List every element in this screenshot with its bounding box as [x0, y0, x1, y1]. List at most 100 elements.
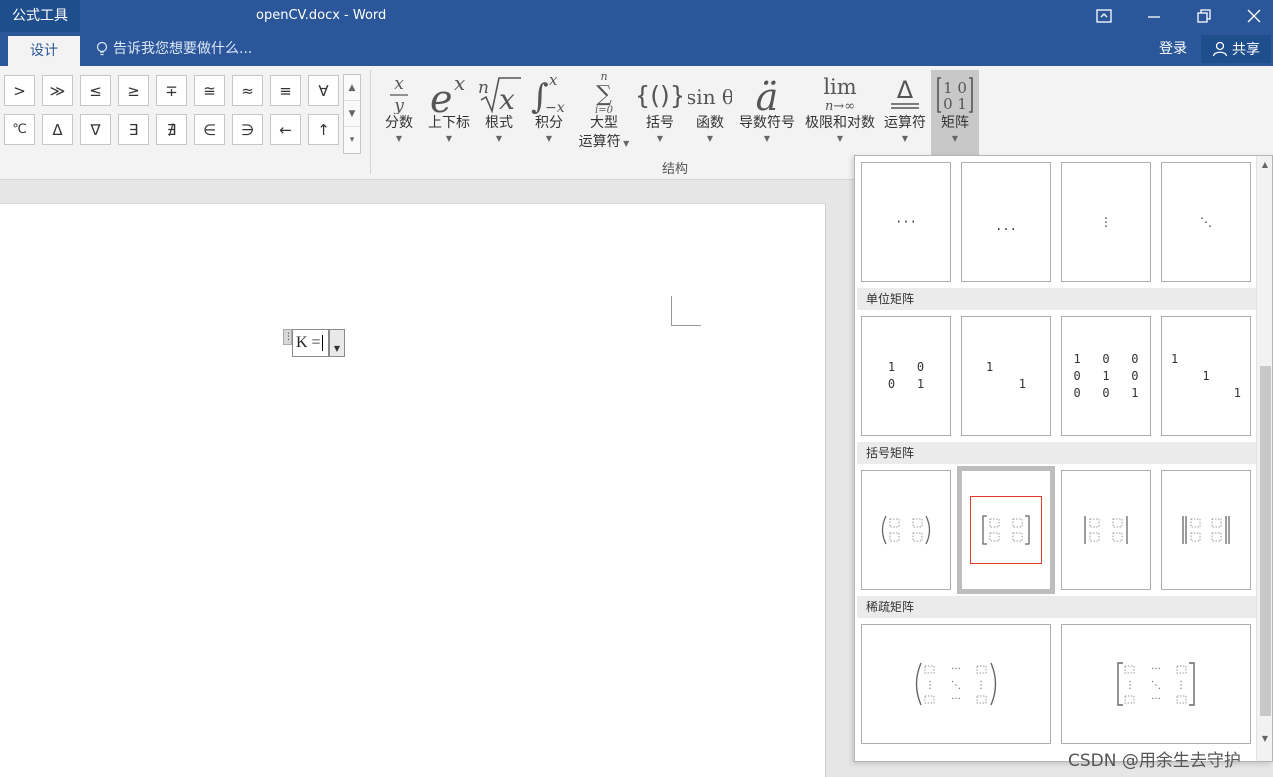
- identity-2x2-diagonal-tile[interactable]: 1 1: [961, 316, 1051, 436]
- restore-button[interactable]: [1179, 0, 1229, 32]
- radical-button[interactable]: nx 根式 ▼: [476, 70, 522, 154]
- symbol-button[interactable]: >: [4, 75, 35, 106]
- fraction-button[interactable]: xy 分数 ▼: [378, 70, 420, 154]
- symbol-button[interactable]: ∈: [194, 114, 225, 145]
- svg-text:∑: ∑: [596, 82, 612, 107]
- function-label: 函数: [696, 115, 724, 131]
- svg-text:−x: −x: [545, 100, 565, 114]
- minimize-button[interactable]: [1129, 0, 1179, 32]
- dots-vertical-tile[interactable]: ⋮: [1061, 162, 1151, 282]
- svg-text:x: x: [454, 72, 465, 95]
- panel-scrollbar[interactable]: ▲ ▼: [1256, 156, 1272, 761]
- limit-log-button[interactable]: lim n→∞ 极限和对数 ▼: [801, 70, 879, 154]
- svg-text:⋱: ⋱: [1151, 680, 1161, 691]
- symbol-button[interactable]: Δ: [42, 114, 73, 145]
- ribbon-display-options-button[interactable]: [1079, 0, 1129, 32]
- symbol-button[interactable]: ≥: [118, 75, 149, 106]
- integral-button[interactable]: ∫ x −x 积分 ▼: [526, 70, 572, 154]
- symbol-button[interactable]: ←: [270, 114, 301, 145]
- svg-text:x: x: [499, 83, 515, 114]
- symbol-button[interactable]: ↑: [308, 114, 339, 145]
- close-button[interactable]: [1229, 0, 1273, 32]
- scroll-down-icon[interactable]: ▼: [1259, 732, 1271, 746]
- chevron-down-icon: ▼: [763, 134, 771, 143]
- symbol-button[interactable]: ≅: [194, 75, 225, 106]
- lightbulb-icon: [96, 41, 108, 56]
- symbol-button[interactable]: ≤: [80, 75, 111, 106]
- script-button[interactable]: ex 上下标 ▼: [424, 70, 474, 154]
- svg-text:···: ···: [951, 664, 961, 675]
- equation-move-handle[interactable]: ⋮: [283, 329, 293, 345]
- scroll-thumb[interactable]: [1260, 366, 1271, 716]
- chevron-down-icon: ▼: [495, 134, 503, 143]
- large-operator-button[interactable]: n ∑ i=0 大型 运算符 ▼: [574, 70, 634, 154]
- scroll-up-icon[interactable]: ▲: [1259, 158, 1271, 172]
- bracket-matrix-paren-tile[interactable]: [861, 470, 951, 590]
- person-icon: [1212, 41, 1228, 57]
- sparse-matrix-paren-tile[interactable]: ··· ··· ⋮ ⋮ ⋱: [861, 624, 1051, 744]
- symbol-button[interactable]: ℃: [4, 114, 35, 145]
- equation-options-dropdown[interactable]: ▼: [329, 329, 345, 357]
- chevron-up-icon[interactable]: ▲: [344, 75, 360, 101]
- context-tab-equation-tools: 公式工具: [0, 0, 80, 32]
- svg-text:x: x: [549, 72, 558, 89]
- identity-3x3-diagonal-preview: 1 1 1: [1171, 351, 1241, 400]
- symbol-button[interactable]: ≡: [270, 75, 301, 106]
- symbol-gallery: > ≫ ≤ ≥ ∓ ≅ ≈ ≡ ∀ ℃ Δ ∇ ∃ ∄ ∈ ∋ ← ↑ ▲ ▼ …: [0, 70, 362, 154]
- share-button[interactable]: 共享: [1201, 35, 1271, 63]
- sparse-matrix-square-tile[interactable]: ··· ··· ⋮ ⋮ ⋱: [1061, 624, 1251, 744]
- identity-3x3-tile[interactable]: 1 0 0 0 1 0 0 0 1: [1061, 316, 1151, 436]
- svg-text:n: n: [478, 78, 489, 98]
- svg-text:···: ···: [1151, 694, 1161, 705]
- svg-text:···: ···: [1151, 664, 1161, 675]
- chevron-down-icon: ▼: [656, 134, 664, 143]
- large-operator-label-line1: 大型: [590, 115, 618, 131]
- chevron-down-icon: ▼: [395, 134, 403, 143]
- symbol-button[interactable]: ≈: [232, 75, 263, 106]
- bracket-button[interactable]: {()} 括号 ▼: [636, 70, 684, 154]
- gallery-scrollbar[interactable]: ▲ ▼ ▾: [343, 74, 361, 154]
- section-bracket-matrix: 括号矩阵: [857, 442, 1257, 464]
- identity-3x3-diagonal-tile[interactable]: 1 1 1: [1161, 316, 1251, 436]
- section-identity-matrix: 单位矩阵: [857, 288, 1257, 310]
- svg-text:Δ: Δ: [897, 76, 914, 104]
- document-area: ⋮ K = ▼: [0, 181, 855, 777]
- accent-button[interactable]: ä 导数符号 ▼: [735, 70, 799, 154]
- tell-me-search[interactable]: 告诉我您想要做什么...: [96, 32, 252, 66]
- operator-button[interactable]: Δ 运算符 ▼: [881, 70, 929, 154]
- dots-baseline-tile[interactable]: ...: [961, 162, 1051, 282]
- bracket-matrix-square-tile[interactable]: [957, 466, 1055, 594]
- equation-editor[interactable]: K =: [292, 329, 329, 357]
- login-link[interactable]: 登录: [1159, 32, 1187, 66]
- symbol-button[interactable]: ∋: [232, 114, 263, 145]
- section-sparse-matrix: 稀疏矩阵: [857, 596, 1257, 618]
- bracket-matrix-bar-tile[interactable]: [1061, 470, 1151, 590]
- tab-design[interactable]: 设计: [8, 36, 80, 66]
- symbol-button[interactable]: ∓: [156, 75, 187, 106]
- operator-icon: Δ: [885, 70, 925, 114]
- chevron-down-icon[interactable]: ▼: [344, 101, 360, 127]
- identity-2x2-tile[interactable]: 1 0 0 1: [861, 316, 951, 436]
- symbol-button[interactable]: ∄: [156, 114, 187, 145]
- watermark: CSDN @用余生去守护: [1068, 751, 1241, 771]
- identity-3x3-preview: 1 0 0 0 1 0 0 0 1: [1073, 351, 1139, 400]
- margin-corner-marker: [671, 296, 701, 326]
- document-page[interactable]: ⋮ K = ▼: [0, 203, 826, 777]
- centerline-dots: ···: [895, 215, 917, 229]
- symbol-button[interactable]: ∇: [80, 114, 111, 145]
- chevron-down-icon: ▼: [545, 134, 553, 143]
- large-operator-label-line2: 运算符 ▼: [578, 134, 630, 150]
- matrix-button[interactable]: 1 00 1 矩阵 ▼: [931, 70, 979, 158]
- bracket-icon: {()}: [638, 70, 682, 114]
- svg-text:0 1: 0 1: [943, 95, 967, 113]
- function-button[interactable]: sin θ 函数 ▼: [688, 70, 732, 154]
- symbol-button[interactable]: ∀: [308, 75, 339, 106]
- chevron-down-icon: ▼: [951, 134, 959, 143]
- svg-text:⋮: ⋮: [925, 680, 935, 691]
- symbol-button[interactable]: ≫: [42, 75, 73, 106]
- dots-diagonal-tile[interactable]: ⋱: [1161, 162, 1251, 282]
- gallery-expand-icon[interactable]: ▾: [344, 127, 360, 153]
- dots-centered-tile[interactable]: ···: [861, 162, 951, 282]
- bracket-matrix-double-bar-tile[interactable]: [1161, 470, 1251, 590]
- symbol-button[interactable]: ∃: [118, 114, 149, 145]
